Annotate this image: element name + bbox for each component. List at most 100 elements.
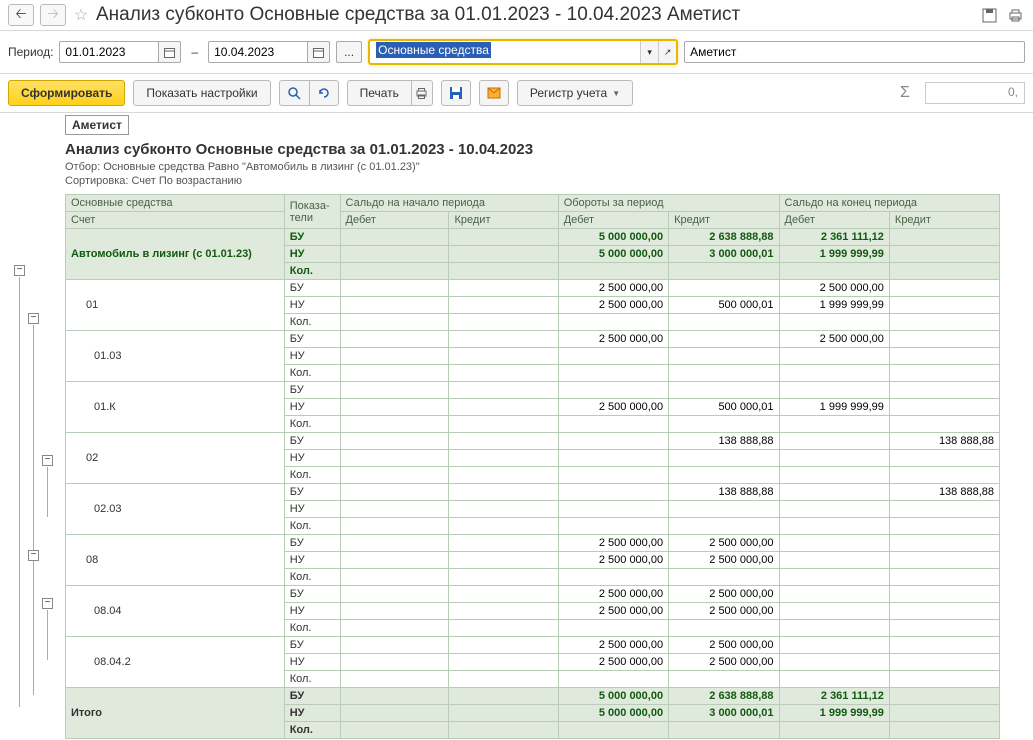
subconto-select[interactable]: Основные средства ▾ ↗ — [368, 39, 678, 65]
num-cell — [340, 722, 449, 739]
num-cell — [340, 637, 449, 654]
table-row[interactable]: Автомобиль в лизинг (с 01.01.23)БУ5 000 … — [66, 229, 1000, 246]
num-cell — [558, 722, 668, 739]
row-name: 08.04.2 — [66, 637, 285, 688]
num-cell — [779, 518, 889, 535]
num-cell: 138 888,88 — [889, 484, 999, 501]
num-cell — [340, 654, 449, 671]
num-cell — [340, 399, 449, 416]
tree-toggle[interactable]: − — [14, 265, 25, 276]
row-name: Автомобиль в лизинг (с 01.01.23) — [66, 229, 285, 280]
table-row[interactable]: ИтогоБУ5 000 000,002 638 888,882 361 111… — [66, 688, 1000, 705]
table-row[interactable]: 08.04БУ2 500 000,002 500 000,00 — [66, 586, 1000, 603]
num-cell — [340, 297, 449, 314]
num-cell — [449, 348, 558, 365]
num-cell — [889, 348, 999, 365]
num-cell: 2 500 000,00 — [558, 297, 668, 314]
table-row[interactable]: 08БУ2 500 000,002 500 000,00 — [66, 535, 1000, 552]
col-header: Дебет — [558, 212, 668, 229]
table-row[interactable]: 01БУ2 500 000,002 500 000,00 — [66, 280, 1000, 297]
report-table: Основные средства Показа- тели Сальдо на… — [65, 194, 1000, 739]
table-row[interactable]: 02БУ138 888,88138 888,88 — [66, 433, 1000, 450]
num-cell — [449, 722, 558, 739]
favorite-star-icon[interactable]: ☆ — [72, 6, 90, 24]
register-button[interactable]: Регистр учета▼ — [517, 80, 633, 106]
num-cell: 1 999 999,99 — [779, 246, 889, 263]
num-cell — [779, 620, 889, 637]
period-ellipsis-button[interactable]: ... — [336, 41, 362, 63]
open-icon[interactable]: ↗ — [658, 41, 676, 63]
nav-forward-button[interactable]: 🡢 — [40, 4, 66, 26]
table-row[interactable]: 01.03БУ2 500 000,002 500 000,00 — [66, 331, 1000, 348]
num-cell — [449, 569, 558, 586]
num-cell — [449, 365, 558, 382]
col-header: Кредит — [669, 212, 779, 229]
col-header: Счет — [66, 212, 285, 229]
num-cell — [889, 518, 999, 535]
num-cell — [779, 586, 889, 603]
num-cell: 2 361 111,12 — [779, 229, 889, 246]
date-from-input[interactable] — [59, 41, 159, 63]
num-cell — [558, 348, 668, 365]
col-header: Кредит — [889, 212, 999, 229]
print-preview-icon[interactable] — [1005, 5, 1025, 25]
num-cell: 500 000,01 — [669, 399, 779, 416]
mail-button[interactable] — [479, 80, 509, 106]
indicator-cell: БУ — [284, 637, 340, 654]
find-button[interactable] — [279, 80, 309, 106]
calendar-icon[interactable] — [308, 41, 330, 63]
dropdown-icon[interactable]: ▾ — [640, 41, 658, 63]
num-cell — [449, 552, 558, 569]
num-cell: 2 500 000,00 — [669, 637, 779, 654]
num-cell — [449, 501, 558, 518]
num-cell: 2 500 000,00 — [669, 603, 779, 620]
calendar-icon[interactable] — [159, 41, 181, 63]
num-cell — [889, 552, 999, 569]
form-button[interactable]: Сформировать — [8, 80, 125, 106]
table-row[interactable]: 02.03БУ138 888,88138 888,88 — [66, 484, 1000, 501]
nav-back-button[interactable]: 🡠 — [8, 4, 34, 26]
num-cell — [340, 569, 449, 586]
num-cell — [449, 620, 558, 637]
indicator-cell: Кол. — [284, 365, 340, 382]
num-cell — [340, 314, 449, 331]
row-name: 01.03 — [66, 331, 285, 382]
table-row[interactable]: 08.04.2БУ2 500 000,002 500 000,00 — [66, 637, 1000, 654]
num-cell — [779, 450, 889, 467]
num-cell — [889, 365, 999, 382]
save-button[interactable] — [441, 80, 471, 106]
page-title: Анализ субконто Основные средства за 01.… — [96, 4, 973, 26]
num-cell: 1 999 999,99 — [779, 297, 889, 314]
num-cell — [669, 620, 779, 637]
num-cell — [669, 569, 779, 586]
organization-input[interactable] — [684, 41, 1025, 63]
tree-toggle[interactable]: − — [28, 550, 39, 561]
save-layout-icon[interactable] — [979, 5, 999, 25]
col-header: Обороты за период — [558, 195, 779, 212]
num-cell — [558, 671, 668, 688]
row-name: 01 — [66, 280, 285, 331]
num-cell — [340, 382, 449, 399]
num-cell — [889, 586, 999, 603]
num-cell: 138 888,88 — [669, 484, 779, 501]
tree-toggle[interactable]: − — [28, 313, 39, 324]
num-cell — [340, 586, 449, 603]
print-settings-button[interactable] — [411, 80, 433, 106]
print-button[interactable]: Печать — [347, 80, 411, 106]
refresh-button[interactable] — [309, 80, 339, 106]
row-name: 01.К — [66, 382, 285, 433]
num-cell — [558, 263, 668, 280]
num-cell — [449, 586, 558, 603]
sigma-icon: Σ — [893, 81, 917, 105]
table-row[interactable]: 01.КБУ — [66, 382, 1000, 399]
num-cell — [779, 722, 889, 739]
row-name: 08.04 — [66, 586, 285, 637]
num-cell — [889, 229, 999, 246]
indicator-cell: НУ — [284, 399, 340, 416]
tree-toggle[interactable]: − — [42, 455, 53, 466]
date-to-input[interactable] — [208, 41, 308, 63]
row-name: 02.03 — [66, 484, 285, 535]
show-settings-button[interactable]: Показать настройки — [133, 80, 270, 106]
tree-toggle[interactable]: − — [42, 598, 53, 609]
num-cell — [889, 637, 999, 654]
